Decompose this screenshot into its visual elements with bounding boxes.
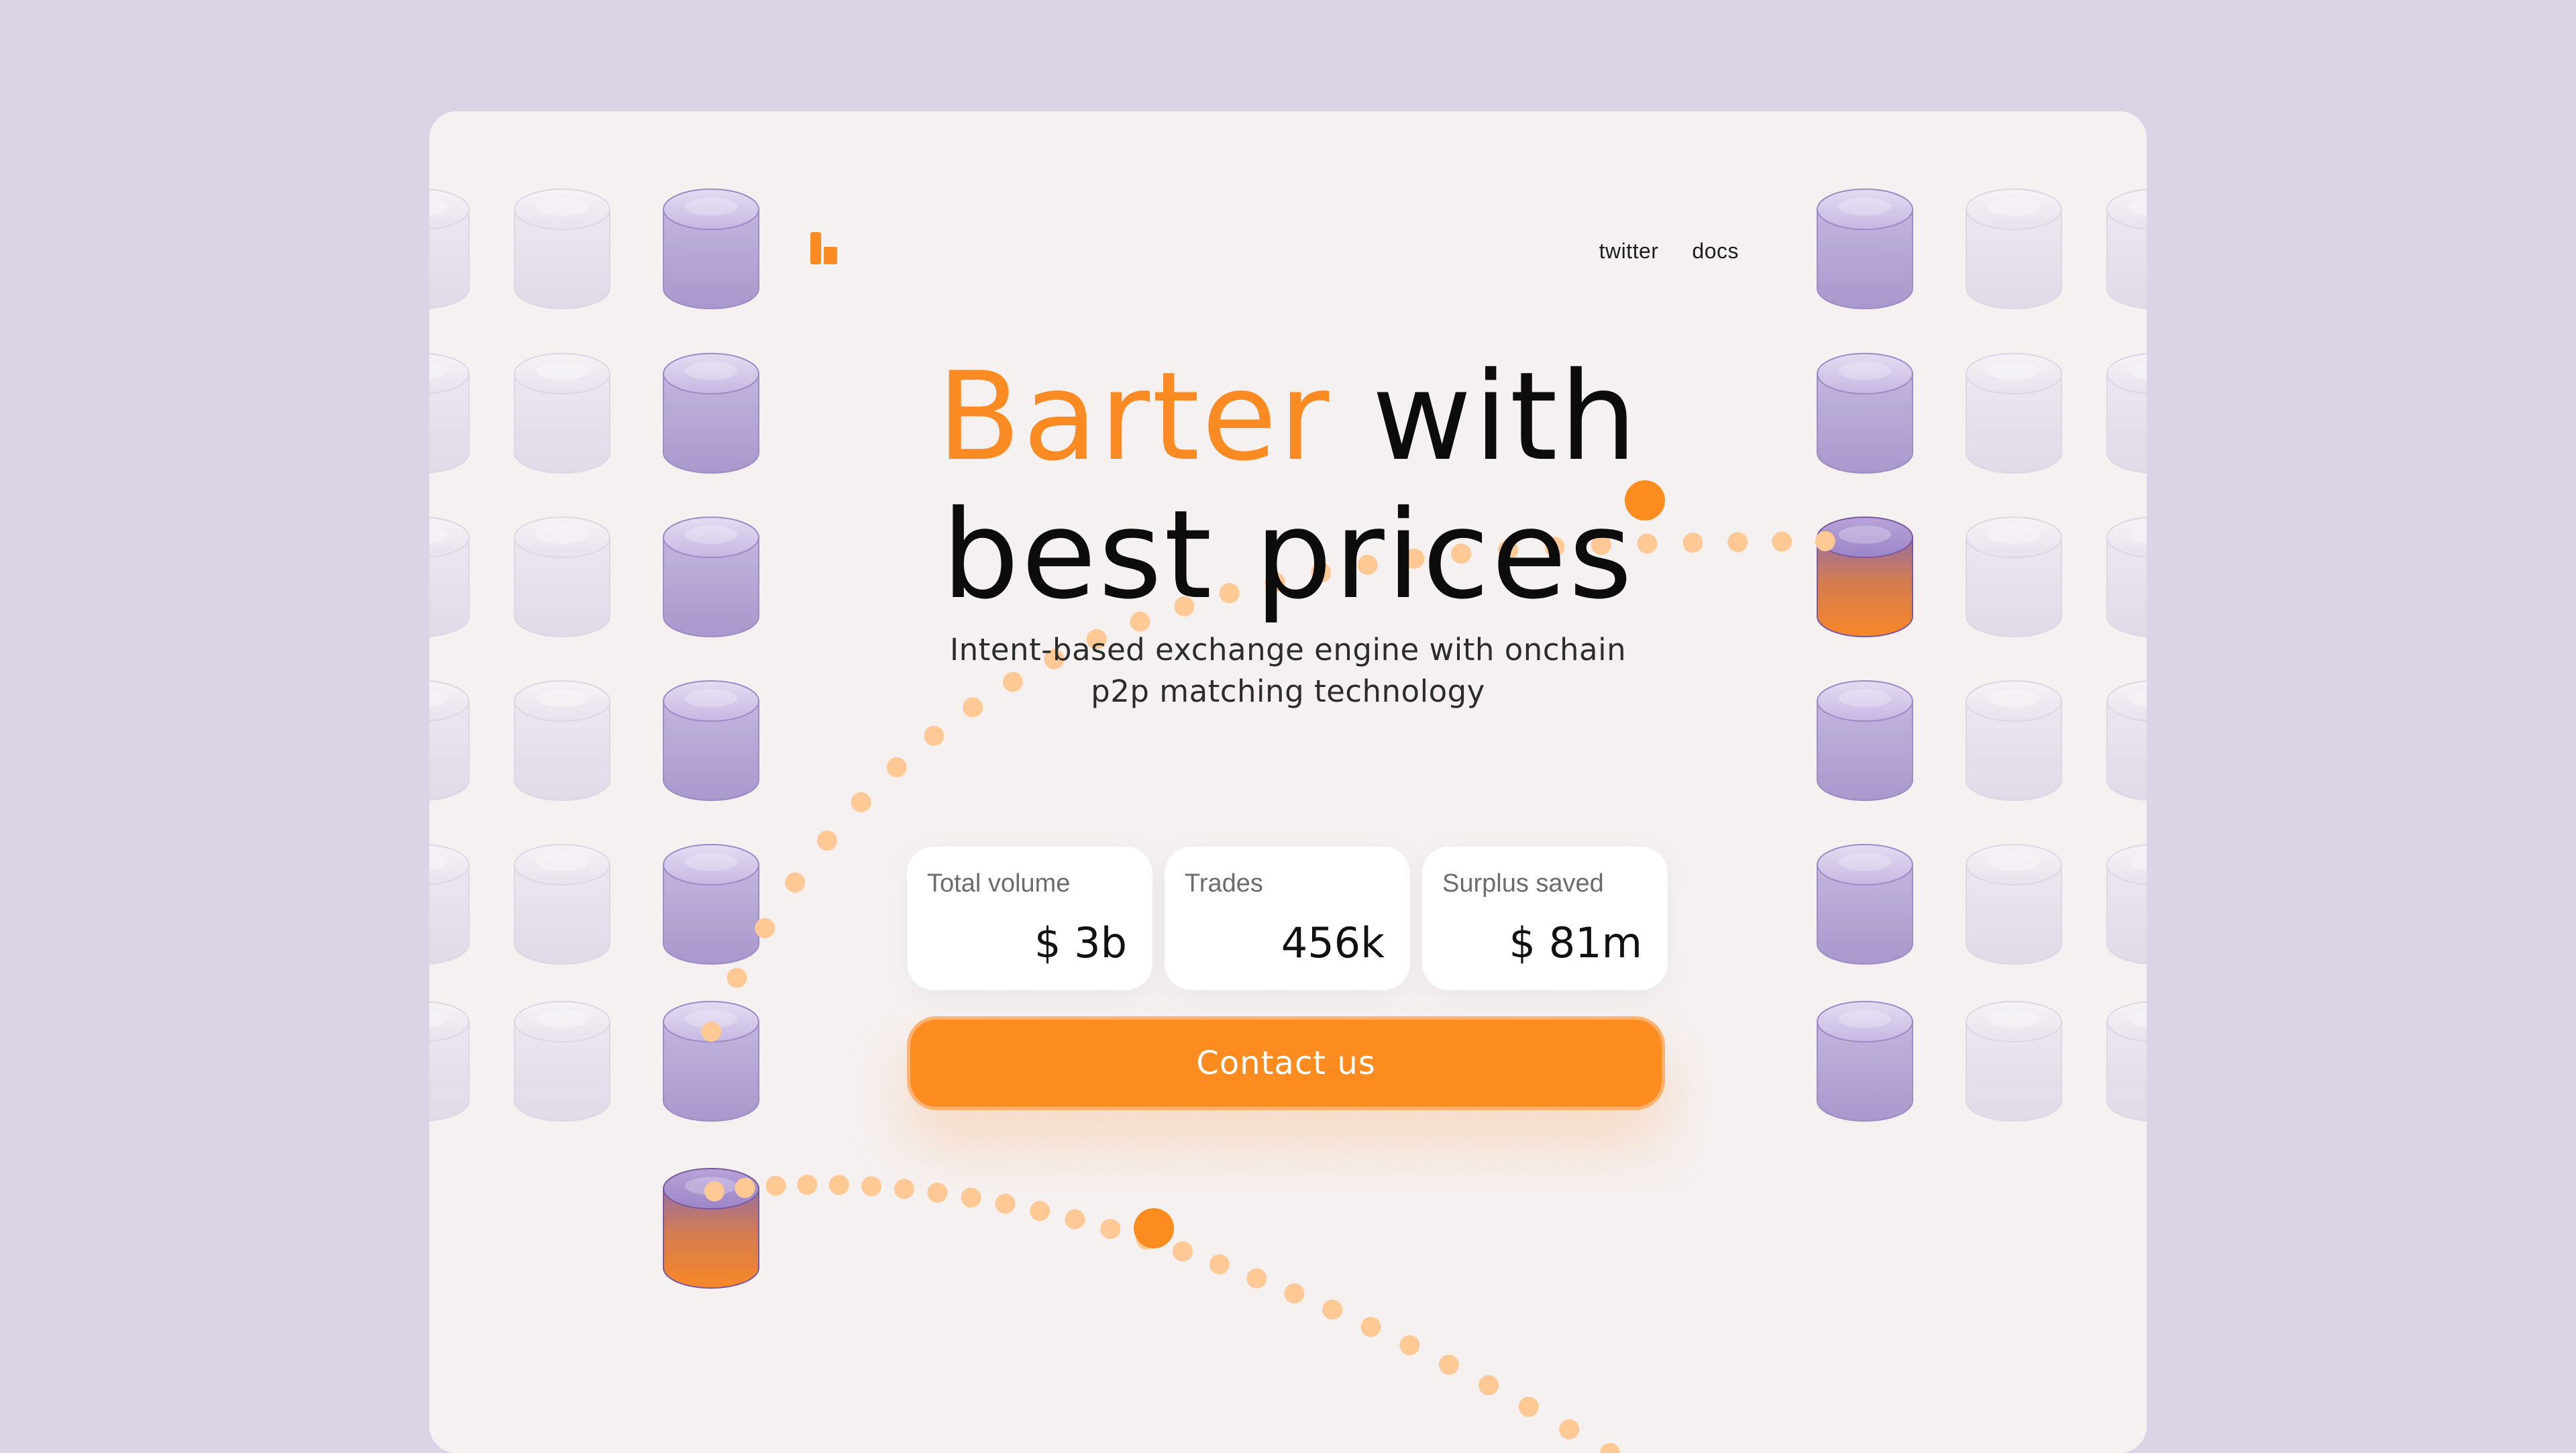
path-dot [1600,1443,1620,1453]
nav-docs-link[interactable]: docs [1692,239,1739,264]
cylinder-icon [663,1001,759,1122]
path-dot [894,1179,914,1199]
path-dot [995,1193,1016,1214]
cylinder-icon [429,1001,470,1122]
path-dot [727,967,747,988]
path-dot [704,1181,724,1201]
cylinder-icon [514,1001,610,1122]
path-dot [828,1175,849,1195]
stat-card-total-volume: Total volume $ 3b [907,847,1152,990]
stat-label: Trades [1185,869,1263,898]
hero-title: Barter with best prices [429,347,2147,624]
path-dot [1030,1201,1051,1222]
cylinder-icon [1966,1001,2062,1122]
stat-value: 456k [1281,918,1385,967]
cylinder-icon [1817,1001,1913,1122]
hero-subtitle: Intent-based exchange engine with onchai… [429,629,2147,712]
stat-card-trades: Trades 456k [1165,847,1410,990]
path-dot [1479,1375,1499,1395]
path-dot [1438,1354,1459,1375]
cylinder-icon [2106,189,2147,309]
path-dot [851,792,871,812]
cylinder-icon [1966,844,2062,965]
hero-subtitle-line2: p2p matching technology [1091,674,1485,709]
cylinder-icon [1817,189,1913,309]
nav-twitter-link[interactable]: twitter [1599,239,1659,264]
path-dot [927,1183,948,1203]
path-dot [785,872,806,893]
hero-title-rest: with [1331,345,1640,488]
background-graphic [429,189,2147,1453]
path-dot [755,918,775,938]
path-dot [1399,1335,1420,1356]
stat-value: $ 81m [1509,918,1642,967]
cylinder-icon [1817,844,1913,965]
path-dot [1322,1299,1343,1320]
hero-subtitle-line1: Intent-based exchange engine with onchai… [949,632,1627,667]
path-dot [1100,1219,1121,1240]
cylinder-icon [663,844,759,965]
path-dot [861,1176,881,1197]
path-dot [735,1177,755,1198]
stat-label: Surplus saved [1442,869,1604,898]
path-dot [1518,1397,1539,1417]
logo-icon[interactable] [810,232,837,264]
contact-us-button[interactable]: Contact us [907,1016,1665,1110]
cylinder-icon [2106,1001,2147,1122]
cylinder-icon [514,844,610,965]
cylinder-icon [1966,189,2062,309]
stat-value: $ 3b [1034,918,1127,967]
path-dot [701,1022,721,1042]
path-dot [1360,1317,1381,1338]
active-dot [1134,1208,1174,1248]
path-dot [1246,1268,1267,1289]
hero-title-line1: Barter with [429,347,2147,486]
path-dot [797,1175,818,1195]
cylinder-icon [2106,844,2147,965]
stats-row: Total volume $ 3b Trades 456k Surplus sa… [907,847,1668,990]
path-dot [1172,1241,1193,1262]
cylinder-icon [663,189,759,309]
cylinder-icon [514,189,610,309]
path-dot [1284,1283,1305,1304]
cylinder-icon [429,844,470,965]
hero-title-line2: best prices [941,484,1635,626]
path-dot [765,1175,786,1196]
path-dot [886,757,907,777]
path-dot [961,1187,981,1208]
path-dot [1065,1209,1085,1230]
path-dot [816,830,837,851]
path-dot [924,725,945,746]
cylinder-icon [429,189,470,309]
top-nav: twitter docs [1599,239,1739,264]
stat-card-surplus-saved: Surplus saved $ 81m [1422,847,1668,990]
hero-title-accent: Barter [936,345,1332,488]
path-dot [1209,1254,1230,1275]
stat-label: Total volume [927,869,1071,898]
path-dot [1559,1419,1580,1440]
landing-card: twitter docs Barter with best prices Int… [429,111,2147,1453]
